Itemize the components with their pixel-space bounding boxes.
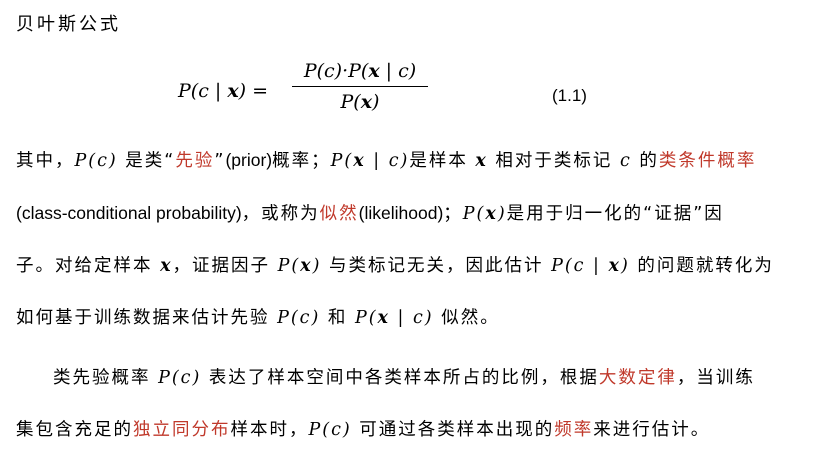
- term-law-of-large-numbers: 大数定律: [598, 368, 677, 388]
- equation-lhs: P(c | x) =: [178, 80, 269, 102]
- paragraph-line: 其中，P(c) 是类“先验”(prior)概率；P(x | c)是样本 x 相对…: [16, 150, 757, 171]
- term-likelihood: 似然: [319, 204, 359, 224]
- equation-fraction: P(c)·P(x | c) P(x): [290, 60, 430, 113]
- paragraph-line: 子。对给定样本 x，证据因子 P(x) 与类标记无关，因此估计 P(c | x)…: [16, 256, 774, 276]
- paragraph-line: 集包含充足的独立同分布样本时，P(c) 可通过各类样本出现的频率来进行估计。: [16, 420, 711, 440]
- paragraph-line: (class-conditional probability)，或称为似然(li…: [16, 203, 724, 224]
- section-heading: 贝叶斯公式: [16, 14, 121, 35]
- paragraph-line: 类先验概率 P(c) 表达了样本空间中各类样本所占的比例，根据大数定律，当训练: [53, 368, 755, 388]
- equation-number: (1.1): [552, 86, 587, 105]
- fraction-numerator: P(c)·P(x | c): [303, 60, 417, 82]
- fraction-denominator: P(x): [340, 91, 380, 113]
- term-iid: 独立同分布: [133, 420, 231, 440]
- paragraph-2: 类先验概率 P(c) 表达了样本空间中各类样本所占的比例，根据大数定律，当训练 …: [16, 352, 801, 456]
- paragraph-line: 如何基于训练数据来估计先验 P(c) 和 P(x | c) 似然。: [16, 308, 500, 328]
- term-frequency: 频率: [554, 420, 594, 440]
- document-page: 贝叶斯公式 P(c | x) = P(c)·P(x | c) P(x) (1.1…: [0, 0, 815, 450]
- term-prior: 先验: [175, 151, 215, 171]
- term-class-conditional: 类条件概率: [658, 151, 757, 171]
- paragraph-1: 其中，P(c) 是类“先验”(prior)概率；P(x | c)是样本 x 相对…: [16, 134, 801, 344]
- bayes-equation: P(c | x) = P(c)·P(x | c) P(x) (1.1): [0, 58, 815, 128]
